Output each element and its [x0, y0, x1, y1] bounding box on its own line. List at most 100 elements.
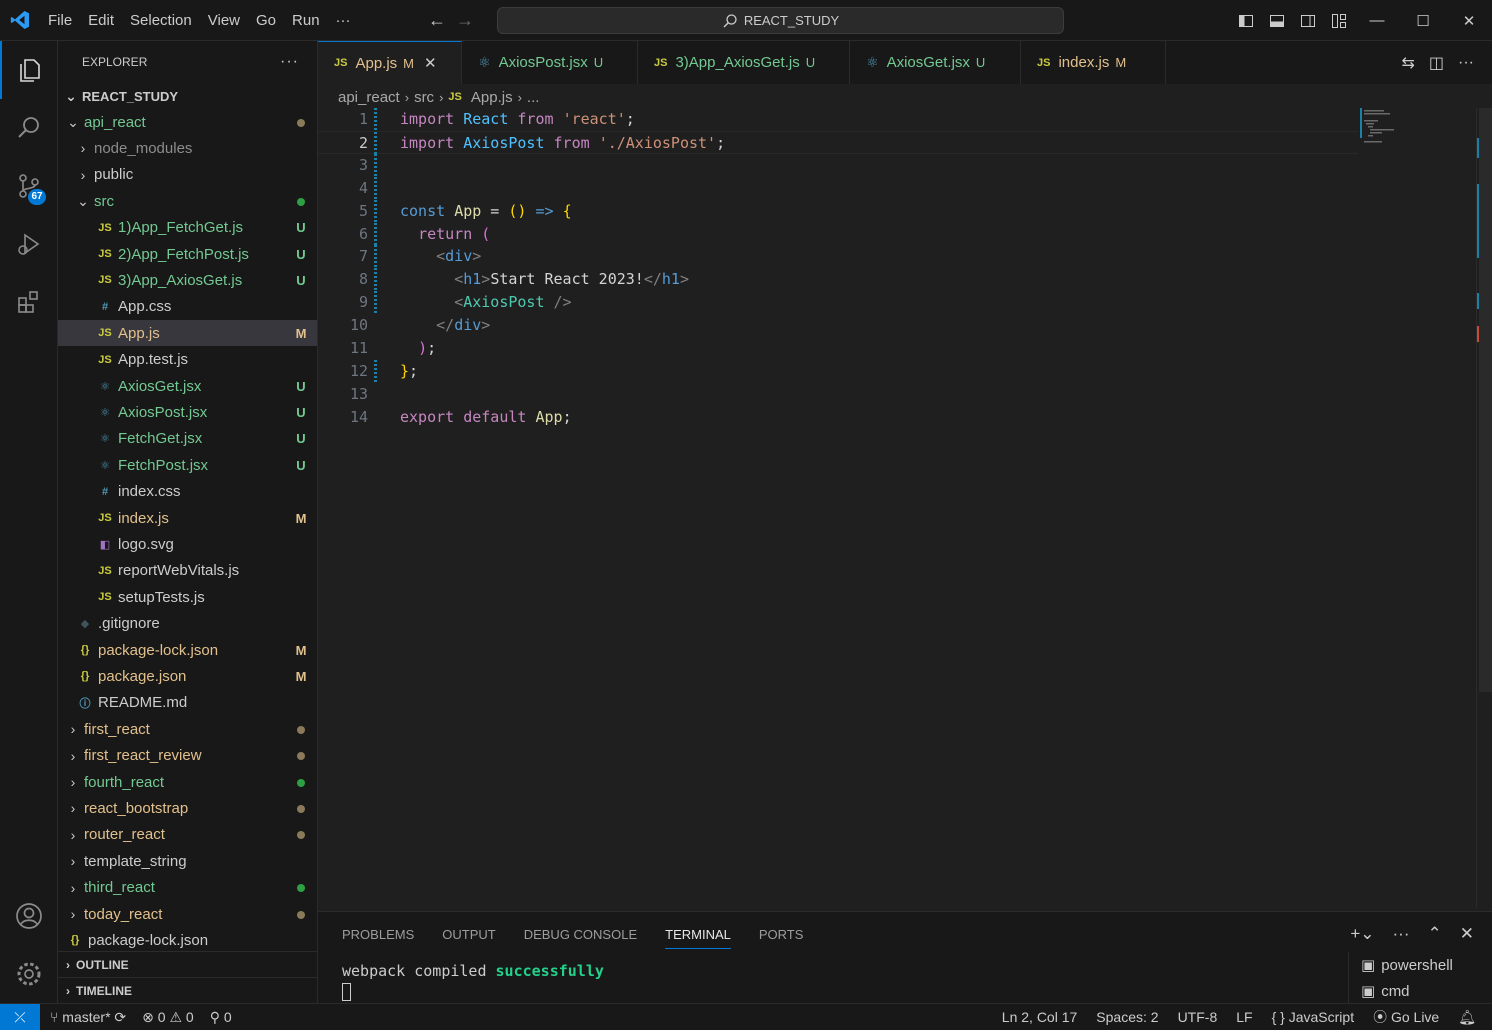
explorer-icon[interactable]	[0, 41, 58, 99]
editor-tab[interactable]: JS 3)App_AxiosGet.js U	[638, 41, 850, 84]
editor-tab[interactable]: ⚛ AxiosPost.jsx U	[462, 41, 638, 84]
cursor-position[interactable]: Ln 2, Col 17	[1002, 1009, 1078, 1025]
explorer-more-actions-icon[interactable]: ···	[280, 53, 299, 71]
tree-row[interactable]: ⚛ AxiosGet.jsx U	[58, 373, 317, 399]
forward-arrow-icon[interactable]: →	[456, 10, 474, 31]
search-view-icon[interactable]	[0, 99, 58, 157]
tree-row[interactable]: › template_string	[58, 848, 317, 874]
editor-tab[interactable]: JS index.js M	[1021, 41, 1166, 84]
tree-row[interactable]: › third_react	[58, 875, 317, 901]
tree-row[interactable]: JS App.js M	[58, 320, 317, 347]
settings-gear-icon[interactable]	[0, 945, 58, 1003]
language-mode[interactable]: { } JavaScript	[1272, 1009, 1355, 1025]
notifications-bell-icon[interactable]: 🔔︎	[1458, 1009, 1476, 1026]
breadcrumb-item[interactable]: api_react	[338, 89, 400, 106]
source-control-icon[interactable]: 67	[0, 157, 58, 215]
tree-row[interactable]: JS 2)App_FetchPost.js U	[58, 241, 317, 267]
outline-section[interactable]: › OUTLINE	[58, 951, 317, 977]
panel-tab[interactable]: DEBUG CONSOLE	[524, 927, 637, 942]
tree-row[interactable]: JS 1)App_FetchGet.js U	[58, 215, 317, 241]
open-changes-icon[interactable]: ⇆	[1401, 53, 1414, 73]
editor-tab[interactable]: ⚛ AxiosGet.jsx U	[850, 41, 1021, 84]
breadcrumb-item[interactable]: ...	[527, 89, 540, 106]
tree-row[interactable]: ⌄ src	[58, 188, 317, 214]
tree-row[interactable]: {} package.json M	[58, 663, 317, 689]
menu-item-3[interactable]: View	[200, 0, 248, 41]
tree-row[interactable]: JS reportWebVitals.js	[58, 558, 317, 584]
panel-tab[interactable]: PORTS	[759, 927, 804, 942]
menu-item-6[interactable]: ···	[328, 0, 359, 41]
menu-item-2[interactable]: Selection	[122, 0, 200, 41]
indentation[interactable]: Spaces: 2	[1096, 1009, 1158, 1025]
tree-row[interactable]: ⚛ FetchPost.jsx U	[58, 452, 317, 478]
tree-row[interactable]: ⌄ api_react	[58, 109, 317, 135]
tree-row[interactable]: # index.css	[58, 479, 317, 505]
accounts-icon[interactable]	[0, 887, 58, 945]
menu-item-1[interactable]: Edit	[80, 0, 122, 41]
close-window-icon[interactable]: ✕	[1446, 0, 1492, 41]
end-of-line[interactable]: LF	[1236, 1009, 1252, 1025]
split-editor-icon[interactable]: ◫	[1429, 53, 1444, 73]
remote-indicator-icon[interactable]: ⤫	[0, 1003, 40, 1030]
more-actions-icon[interactable]: ···	[1458, 54, 1474, 72]
tree-row[interactable]: ◆ .gitignore	[58, 611, 317, 637]
tree-row[interactable]: JS index.js M	[58, 505, 317, 531]
minimap[interactable]	[1360, 108, 1420, 148]
tree-row[interactable]: › fourth_react	[58, 769, 317, 795]
editor-tab[interactable]: JS App.js M ✕	[318, 41, 462, 84]
breadcrumb-item[interactable]: App.js	[471, 89, 513, 106]
timeline-section[interactable]: › TIMELINE	[58, 977, 317, 1003]
tree-row[interactable]: ◧ logo.svg	[58, 531, 317, 557]
close-panel-icon[interactable]: ✕	[1460, 924, 1474, 944]
panel-tab[interactable]: OUTPUT	[442, 927, 495, 942]
tree-row[interactable]: › react_bootstrap	[58, 795, 317, 821]
menu-item-4[interactable]: Go	[248, 0, 284, 41]
command-center-search[interactable]: REACT_STUDY	[497, 7, 1064, 34]
tree-row[interactable]: ⓘ README.md	[58, 690, 317, 716]
git-branch[interactable]: ⑂ master* ⟳	[50, 1009, 126, 1026]
tree-row[interactable]: › public	[58, 162, 317, 188]
customize-layout-icon[interactable]	[1323, 0, 1354, 41]
panel-more-icon[interactable]: ···	[1393, 924, 1410, 944]
problems-indicator[interactable]: ⊗ 0 ⚠ 0	[142, 1009, 194, 1026]
code-editor[interactable]: 1 import React from 'react'; 2 import Axios…	[318, 108, 1476, 908]
editor-scrollbar[interactable]	[1476, 108, 1492, 908]
ports-indicator[interactable]: ⚲ 0	[210, 1009, 232, 1026]
toggle-secondary-sidebar-icon[interactable]	[1292, 0, 1323, 41]
close-tab-icon[interactable]: ✕	[424, 54, 437, 72]
back-arrow-icon[interactable]: ←	[428, 10, 446, 31]
minimize-icon[interactable]: —	[1354, 0, 1400, 41]
maximize-icon[interactable]: ☐	[1400, 0, 1446, 41]
terminal-instance[interactable]: ▣ powershell	[1349, 952, 1492, 978]
toggle-panel-icon[interactable]	[1261, 0, 1292, 41]
tree-row[interactable]: JS 3)App_AxiosGet.js U	[58, 267, 317, 293]
run-debug-icon[interactable]	[0, 215, 58, 273]
encoding[interactable]: UTF-8	[1178, 1009, 1218, 1025]
tree-row[interactable]: › first_react_review	[58, 743, 317, 769]
go-live-button[interactable]: ⦿ Go Live	[1373, 1007, 1439, 1027]
menu-item-5[interactable]: Run	[284, 0, 328, 41]
tree-row[interactable]: JS App.test.js	[58, 347, 317, 373]
workspace-root[interactable]: ⌄ REACT_STUDY	[58, 83, 317, 109]
code-token: export	[400, 407, 455, 426]
toggle-primary-sidebar-icon[interactable]	[1230, 0, 1261, 41]
breadcrumb-item[interactable]: src	[414, 89, 434, 106]
tree-row[interactable]: › today_react	[58, 901, 317, 927]
tree-row[interactable]: # App.css	[58, 294, 317, 320]
tree-row[interactable]: {} package-lock.json M	[58, 637, 317, 663]
maximize-panel-icon[interactable]: ⌃	[1428, 924, 1442, 944]
tree-row[interactable]: › first_react	[58, 716, 317, 742]
terminal-output[interactable]: webpack compiled successfully	[342, 962, 604, 1005]
panel-tab[interactable]: TERMINAL	[665, 927, 731, 949]
extensions-icon[interactable]	[0, 273, 58, 331]
new-terminal-icon[interactable]: +⌄	[1350, 924, 1374, 944]
tree-row[interactable]: JS setupTests.js	[58, 584, 317, 610]
tree-row[interactable]: {} package-lock.json	[58, 927, 317, 953]
tree-row[interactable]: ⚛ AxiosPost.jsx U	[58, 399, 317, 425]
tree-row[interactable]: › node_modules	[58, 135, 317, 161]
menu-item-0[interactable]: File	[40, 0, 80, 41]
tree-row[interactable]: ⚛ FetchGet.jsx U	[58, 426, 317, 452]
terminal-instance[interactable]: ▣ cmd	[1349, 978, 1492, 1004]
panel-tab[interactable]: PROBLEMS	[342, 927, 414, 942]
tree-row[interactable]: › router_react	[58, 822, 317, 848]
